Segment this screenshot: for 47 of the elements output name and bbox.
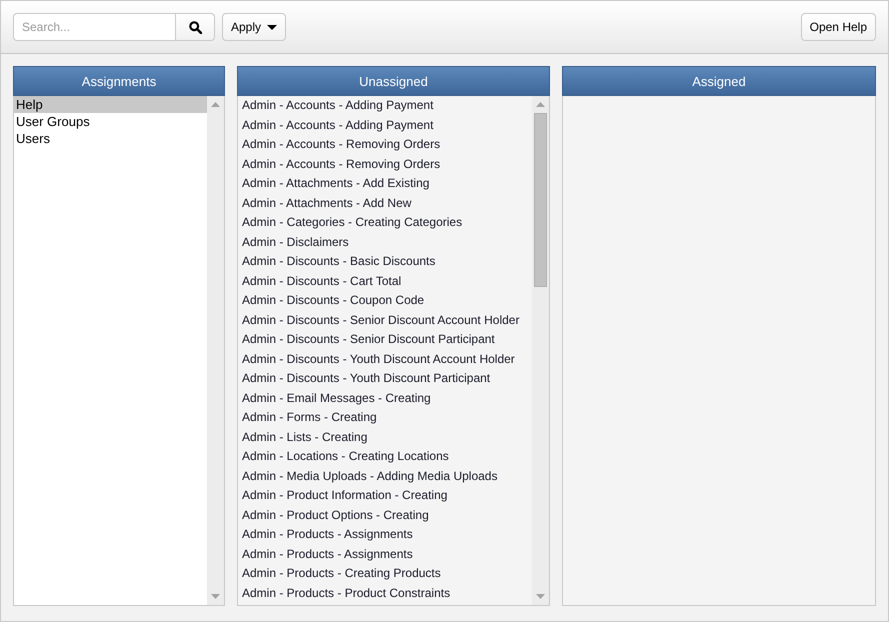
list-item[interactable]: Admin - Accounts - Removing Orders [238, 135, 532, 154]
panel-header: Assigned [562, 66, 876, 96]
scrollbar[interactable] [532, 96, 549, 605]
caret-up-icon[interactable] [536, 102, 545, 107]
panel-header: Unassigned [237, 66, 550, 96]
list-item[interactable]: Admin - Locations - Creating Locations [238, 447, 532, 466]
list-item[interactable]: Admin - Products - Assignments [238, 544, 532, 564]
caret-down-icon[interactable] [536, 594, 545, 599]
list-item[interactable]: Admin - Attachments - Add Existing [238, 174, 532, 194]
list-item[interactable]: Admin - Product Information - Creating [238, 486, 532, 506]
list-item[interactable]: Admin - Discounts - Youth Discount Account Holder [238, 350, 532, 369]
list-item[interactable]: Users [14, 130, 207, 147]
list-item[interactable]: Admin - Discounts - Cart Total [238, 272, 532, 291]
caret-down-icon [267, 24, 278, 30]
list-item[interactable]: Admin - Email Messages - Creating [238, 388, 532, 408]
list-item[interactable]: Admin - Product Options - Creating [238, 506, 532, 525]
help-button[interactable]: Open Help [800, 13, 876, 41]
list-item[interactable]: Admin - Products - Product Constraints [238, 584, 532, 603]
caret-down-icon[interactable] [211, 594, 220, 599]
search-icon [188, 20, 202, 34]
list-item[interactable]: Admin - Forms - Creating [238, 408, 532, 428]
list-item[interactable]: Admin - Discounts - Coupon Code [238, 291, 532, 310]
list-item[interactable]: Help [14, 96, 207, 113]
list-item[interactable]: Admin - Attachments - Add New [238, 194, 532, 213]
list-item[interactable]: Admin - Lists - Creating [238, 428, 532, 447]
scrollbar[interactable] [207, 96, 224, 605]
list-item[interactable]: Admin - Discounts - Basic Discounts [238, 252, 532, 272]
list-item[interactable]: User Groups [14, 113, 207, 130]
scrollbar-thumb[interactable] [534, 113, 547, 287]
list-item[interactable]: Admin - Discounts - Senior Discount Account Holder [238, 310, 532, 330]
search-button[interactable] [175, 13, 215, 41]
apply-button[interactable]: Apply [222, 13, 286, 41]
list-item[interactable]: Admin - Products - Creating Products [238, 564, 532, 584]
list-item[interactable]: Admin - Accounts - Adding Payment [238, 116, 532, 135]
list-item[interactable]: Admin - Media Uploads - Adding Media Uploads [238, 466, 532, 486]
list-item[interactable]: Admin - Categories - Creating Categories [238, 213, 532, 232]
list-box[interactable]: Help User Groups Users [13, 96, 225, 606]
list-item[interactable]: Admin - Accounts - Removing Orders [238, 154, 532, 174]
panel-header: Assignments [13, 66, 225, 96]
list-item[interactable]: Admin - Disclaimers [238, 232, 532, 252]
search-field[interactable]: Search... [13, 13, 175, 41]
list-item[interactable]: Admin - Products - Assignments [238, 525, 532, 544]
list-item[interactable]: Admin - Discounts - Youth Discount Participant [238, 369, 532, 388]
list-item[interactable]: Admin - Discounts - Senior Discount Participant [238, 330, 532, 350]
list-box[interactable] [237, 96, 550, 606]
list-item[interactable]: Admin - Accounts - Adding Payment [238, 96, 532, 116]
caret-up-icon[interactable] [211, 102, 220, 107]
